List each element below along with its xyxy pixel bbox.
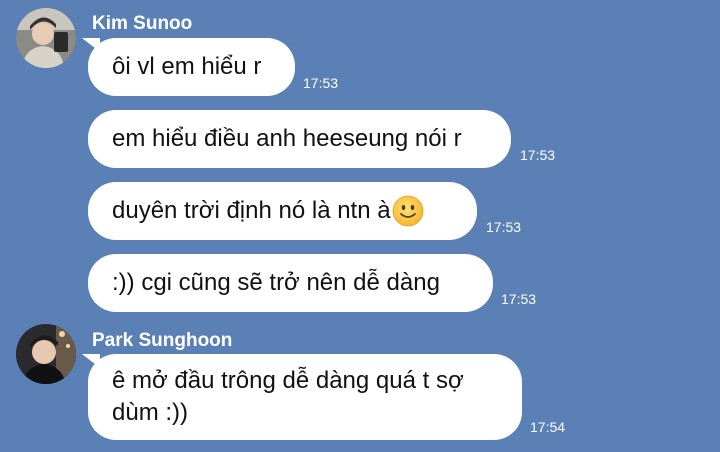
message-timestamp: 17:53 <box>303 75 339 91</box>
sender-name: Kim Sunoo <box>92 13 193 34</box>
message-text: em hiểu điều anh heeseung nói r <box>112 125 462 152</box>
slightly-smiling-face-icon <box>392 195 423 227</box>
message-text: :)) cgi cũng sẽ trở nên dễ dàng <box>112 269 440 296</box>
message-text: ôi vl em hiểu r <box>112 53 262 80</box>
message-bubble[interactable]: ôi vl em hiểu r <box>88 38 295 96</box>
avatar[interactable] <box>16 8 76 68</box>
message-timestamp: 17:54 <box>530 419 566 435</box>
message-bubble[interactable]: duyên trời định nó là ntn à <box>88 182 477 240</box>
message-text: ê mở đầu trông dễ dàng quá t sợ dùm :)) <box>112 365 464 429</box>
message-bubble[interactable]: em hiểu điều anh heeseung nói r <box>88 110 511 168</box>
avatar[interactable] <box>16 324 76 384</box>
message-timestamp: 17:53 <box>520 147 556 163</box>
message-text: duyên trời định nó là ntn à <box>112 197 391 224</box>
message-text-line: ê mở đầu trông dễ dàng quá t sợ <box>112 367 464 394</box>
message-timestamp: 17:53 <box>501 291 537 307</box>
message-timestamp: 17:53 <box>486 219 522 235</box>
message-bubble[interactable]: ê mở đầu trông dễ dàng quá t sợ dùm :)) <box>88 354 522 440</box>
sender-name: Park Sunghoon <box>92 330 233 351</box>
message-text-line: dùm :)) <box>112 399 189 426</box>
message-bubble[interactable]: :)) cgi cũng sẽ trở nên dễ dàng <box>88 254 493 312</box>
